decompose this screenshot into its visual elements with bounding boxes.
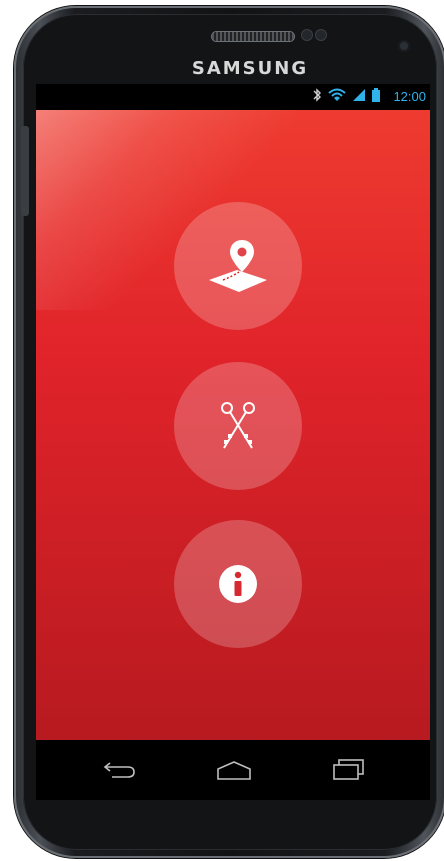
proximity-sensor (302, 30, 312, 40)
nav-home-button[interactable] (214, 756, 254, 784)
recent-apps-icon (333, 759, 364, 780)
home-icon (217, 761, 251, 780)
keys-button[interactable] (174, 362, 302, 490)
android-nav-bar (36, 740, 430, 800)
status-time: 12:00 (393, 89, 426, 104)
info-button[interactable] (174, 520, 302, 648)
earpiece-speaker (212, 32, 294, 41)
status-bar: 12:00 (36, 84, 430, 110)
light-sensor (316, 30, 326, 40)
phone-screen: 12:00 (36, 84, 430, 740)
brand-logo: SAMSUNG (191, 58, 309, 79)
signal-icon (353, 89, 365, 101)
map-pin-icon (209, 240, 267, 292)
keys-icon (221, 402, 255, 449)
location-map-button[interactable] (174, 202, 302, 330)
battery-icon (372, 88, 380, 102)
bluetooth-icon (313, 88, 321, 102)
nav-back-button[interactable] (100, 756, 140, 784)
app-screen (36, 110, 430, 740)
front-camera (400, 42, 408, 50)
status-icons (312, 88, 380, 102)
side-button (21, 126, 29, 216)
nav-recent-button[interactable] (328, 756, 368, 784)
wifi-icon (328, 88, 346, 101)
info-icon (219, 565, 257, 603)
back-icon (103, 762, 135, 778)
